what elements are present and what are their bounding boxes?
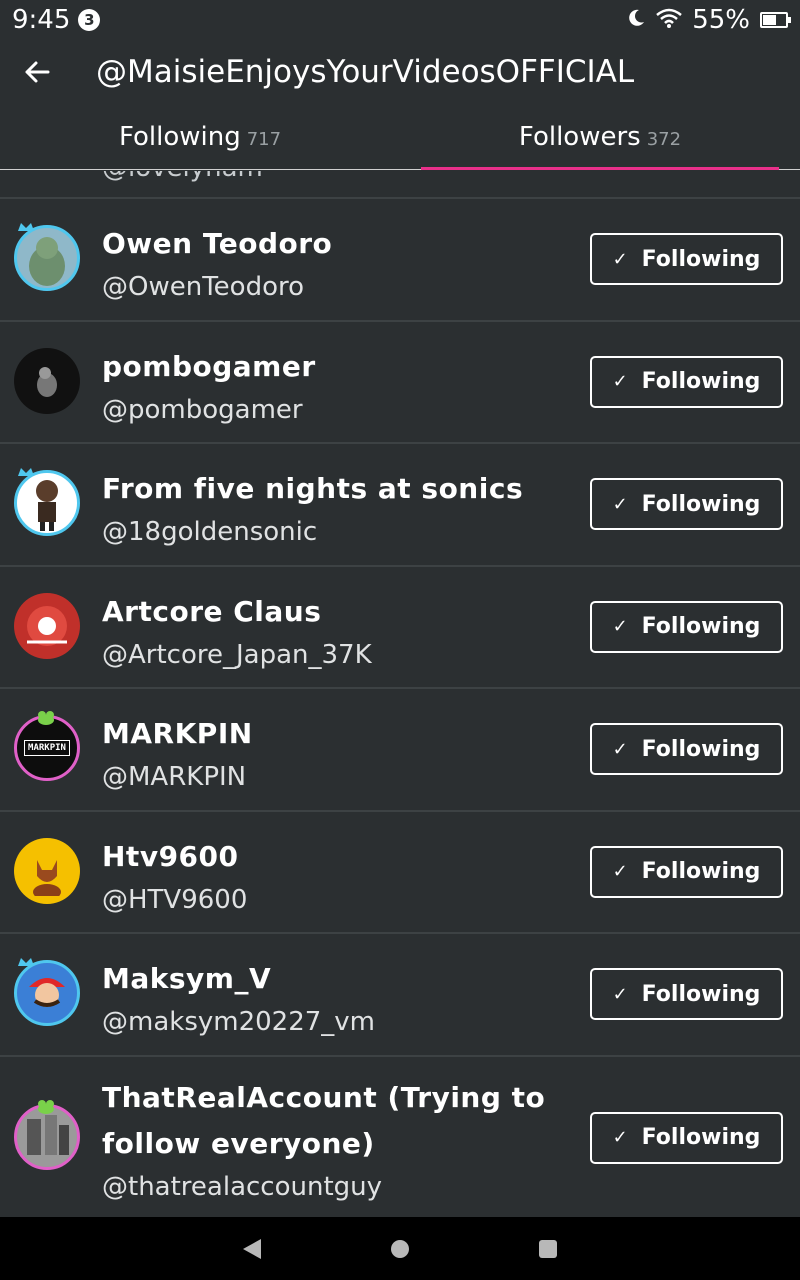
tab-following-count: 717 bbox=[246, 129, 282, 150]
following-button[interactable]: ✓ Following bbox=[590, 233, 783, 286]
avatar[interactable] bbox=[14, 592, 82, 661]
user-handle: @MARKPIN bbox=[102, 762, 247, 792]
battery-percent: 55% bbox=[692, 5, 750, 35]
user-handle: @OwenTeodoro bbox=[102, 272, 305, 302]
premium-badge-icon bbox=[18, 223, 34, 232]
tab-followers-count: 372 bbox=[646, 129, 682, 150]
list-item[interactable]: ThatRealAccount (Trying to follow everyo… bbox=[0, 1057, 800, 1218]
check-icon: ✓ bbox=[612, 861, 628, 883]
avatar[interactable] bbox=[14, 837, 82, 906]
user-name: Htv9600 bbox=[102, 839, 239, 873]
tab-following-label: Following bbox=[118, 121, 241, 152]
following-button-label: Following bbox=[641, 736, 761, 762]
nav-recents-icon[interactable] bbox=[539, 1239, 557, 1258]
list-item[interactable]: From five nights at sonics @18goldensoni… bbox=[0, 444, 800, 567]
premium-badge-icon bbox=[18, 958, 34, 967]
following-button[interactable]: ✓ Following bbox=[590, 355, 783, 408]
avatar[interactable] bbox=[14, 1099, 82, 1172]
user-name: Owen Teodoro bbox=[102, 227, 333, 260]
user-handle: @HTV9600 bbox=[102, 884, 248, 915]
tab-followers[interactable]: Followers 372 bbox=[400, 104, 800, 170]
following-button-label: Following bbox=[641, 981, 761, 1007]
nav-back-icon[interactable] bbox=[243, 1238, 261, 1259]
avatar[interactable]: MARKPIN bbox=[14, 711, 82, 783]
check-icon: ✓ bbox=[612, 738, 628, 760]
user-name: From five nights at sonics bbox=[102, 472, 524, 505]
user-handle: @maksym20227_vm bbox=[102, 1007, 375, 1037]
check-icon: ✓ bbox=[612, 371, 628, 393]
premium-badge-icon bbox=[18, 468, 34, 477]
clock: 9:45 bbox=[12, 5, 71, 35]
check-icon: ✓ bbox=[612, 1127, 628, 1148]
moon-icon bbox=[626, 5, 646, 35]
user-handle: @lovelyham bbox=[102, 171, 263, 183]
user-name: MARKPIN bbox=[102, 717, 253, 750]
following-button[interactable]: ✓ Following bbox=[590, 723, 783, 776]
battery-icon bbox=[760, 12, 791, 28]
nav-home-icon[interactable] bbox=[391, 1239, 409, 1258]
avatar[interactable] bbox=[14, 468, 82, 538]
system-nav-bar bbox=[0, 1217, 800, 1280]
status-bar: 9:45 3 55% bbox=[0, 0, 800, 40]
tab-bar: Following 717 Followers 372 bbox=[0, 104, 800, 170]
avatar[interactable] bbox=[14, 223, 82, 293]
following-button-label: Following bbox=[641, 859, 761, 885]
page-title: @MaisieEnjoysYourVideosOFFICIAL bbox=[96, 54, 635, 90]
app-bar: @MaisieEnjoysYourVideosOFFICIAL bbox=[0, 40, 800, 104]
list-item-partial: @lovelyham bbox=[0, 171, 800, 199]
check-icon: ✓ bbox=[612, 493, 628, 515]
following-button-label: Following bbox=[641, 246, 761, 272]
user-name: ThatRealAccount (Trying to follow everyo… bbox=[102, 1080, 546, 1160]
tab-followers-label: Followers bbox=[518, 121, 641, 152]
user-name: Maksym_V bbox=[102, 962, 272, 995]
following-button-label: Following bbox=[641, 491, 761, 517]
frog-badge-icon bbox=[38, 711, 54, 726]
list-item[interactable]: Htv9600 @HTV9600 ✓ Following bbox=[0, 812, 800, 934]
wifi-icon bbox=[656, 5, 683, 35]
list-item[interactable]: pombogamer @pombogamer ✓ Following bbox=[0, 322, 800, 444]
following-button[interactable]: ✓ Following bbox=[590, 968, 783, 1021]
arrow-left-icon bbox=[25, 61, 50, 83]
avatar-logo: MARKPIN bbox=[24, 740, 70, 757]
user-name: pombogamer bbox=[102, 349, 316, 383]
tab-following[interactable]: Following 717 bbox=[0, 104, 400, 169]
user-handle: @pombogamer bbox=[102, 394, 303, 425]
back-button[interactable] bbox=[0, 40, 74, 104]
list-item[interactable]: Owen Teodoro @OwenTeodoro ✓ Following bbox=[0, 199, 800, 322]
notification-count-badge: 3 bbox=[78, 9, 101, 31]
user-name: Artcore Claus bbox=[102, 594, 322, 628]
user-handle: @18goldensonic bbox=[102, 517, 318, 547]
following-button[interactable]: ✓ Following bbox=[590, 600, 783, 653]
following-button-label: Following bbox=[641, 369, 761, 395]
check-icon: ✓ bbox=[612, 983, 628, 1005]
user-handle: @Artcore_Japan_37K bbox=[102, 639, 372, 670]
avatar[interactable] bbox=[14, 958, 82, 1028]
check-icon: ✓ bbox=[612, 248, 628, 270]
check-icon: ✓ bbox=[612, 616, 628, 638]
list-item[interactable]: Maksym_V @maksym20227_vm ✓ Following bbox=[0, 934, 800, 1057]
list-item[interactable]: Artcore Claus @Artcore_Japan_37K ✓ Follow… bbox=[0, 567, 800, 689]
avatar[interactable] bbox=[14, 347, 82, 416]
user-handle: @thatrealaccountguy bbox=[102, 1171, 383, 1202]
list-item[interactable]: MARKPIN MARKPIN @MARKPIN ✓ Following bbox=[0, 689, 800, 812]
following-button-label: Following bbox=[641, 1125, 761, 1150]
frog-badge-icon bbox=[38, 1099, 54, 1114]
following-button[interactable]: ✓ Following bbox=[590, 845, 783, 898]
following-button-label: Following bbox=[641, 614, 761, 640]
following-button[interactable]: ✓ Following bbox=[590, 478, 783, 531]
followers-list[interactable]: @lovelyham Owen Teodoro @OwenTeodoro ✓ Fo… bbox=[0, 171, 800, 1217]
following-button[interactable]: ✓ Following bbox=[590, 1111, 783, 1164]
